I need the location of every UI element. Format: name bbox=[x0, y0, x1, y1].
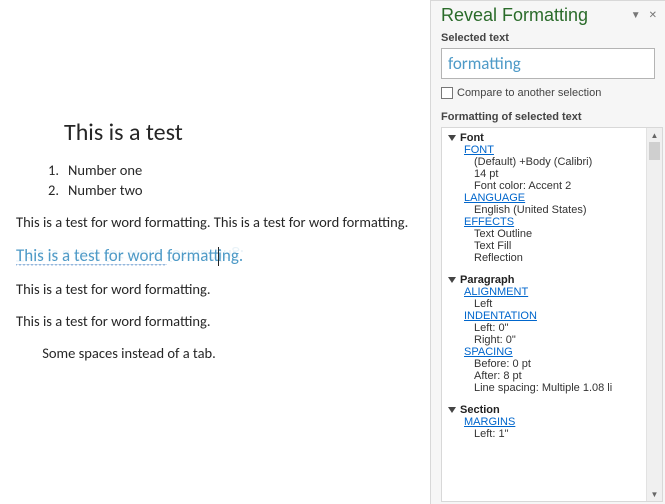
list-item[interactable]: 2.Number two bbox=[48, 181, 422, 199]
list-text: Number two bbox=[68, 181, 142, 199]
indentation-link[interactable]: INDENTATION bbox=[464, 310, 537, 322]
collapse-arrow-icon[interactable] bbox=[448, 407, 456, 413]
indent-right-value: Right: 0" bbox=[474, 334, 644, 346]
list-number: 1. bbox=[48, 161, 68, 179]
language-value: English (United States) bbox=[474, 204, 644, 216]
compare-selection-row[interactable]: Compare to another selection bbox=[431, 85, 665, 107]
doc-paragraph[interactable]: This is a test for word formatting. bbox=[16, 280, 422, 298]
spacing-link[interactable]: SPACING bbox=[464, 346, 513, 358]
selected-text-label: Selected text bbox=[431, 28, 665, 46]
list-number: 2. bbox=[48, 181, 68, 199]
scroll-down-button[interactable]: ▼ bbox=[647, 487, 662, 501]
formatting-tree[interactable]: Font FONT (Default) +Body (Calibri) 14 p… bbox=[442, 128, 646, 501]
pane-menu-dropdown[interactable]: ▼ bbox=[631, 10, 641, 21]
font-size-value: 14 pt bbox=[474, 168, 644, 180]
spacing-after-value: After: 8 pt bbox=[474, 370, 644, 382]
margin-left-value: Left: 1" bbox=[474, 428, 644, 440]
scrollbar-thumb[interactable] bbox=[649, 142, 660, 160]
effect-outline: Text Outline bbox=[474, 228, 644, 240]
formatting-of-selected-label: Formatting of selected text bbox=[431, 107, 665, 125]
pane-close-button[interactable]: ✕ bbox=[649, 10, 657, 21]
alignment-value: Left bbox=[474, 298, 644, 310]
font-color-value: Font color: Accent 2 bbox=[474, 180, 644, 192]
text-cursor bbox=[218, 247, 219, 266]
doc-numbered-list[interactable]: 1.Number one 2.Number two bbox=[48, 161, 422, 199]
compare-label: Compare to another selection bbox=[457, 87, 601, 99]
group-title: Font bbox=[460, 132, 484, 144]
compare-checkbox[interactable] bbox=[441, 87, 453, 99]
collapse-arrow-icon[interactable] bbox=[448, 277, 456, 283]
effect-fill: Text Fill bbox=[474, 240, 644, 252]
collapse-arrow-icon[interactable] bbox=[448, 135, 456, 141]
pane-header: Reveal Formatting ▼ ✕ bbox=[431, 1, 665, 28]
line-spacing-value: Line spacing: Multiple 1.08 li bbox=[474, 382, 644, 394]
indent-left-value: Left: 0" bbox=[474, 322, 644, 334]
group-title: Section bbox=[460, 404, 500, 416]
accent-text: ing bbox=[218, 245, 239, 266]
font-default-value: (Default) +Body (Calibri) bbox=[474, 156, 644, 168]
reveal-formatting-pane: Reveal Formatting ▼ ✕ Selected text form… bbox=[430, 0, 665, 504]
effects-link[interactable]: EFFECTS bbox=[464, 216, 514, 228]
group-title: Paragraph bbox=[460, 274, 514, 286]
doc-paragraph[interactable]: This is a test for word formatting. bbox=[16, 312, 422, 330]
accent-punct: . bbox=[239, 245, 243, 266]
spacing-before-value: Before: 0 pt bbox=[474, 358, 644, 370]
grammar-squiggle: This is a test for word bbox=[16, 245, 167, 266]
margins-link[interactable]: MARGINS bbox=[464, 416, 515, 428]
group-font-header[interactable]: Font bbox=[446, 130, 644, 144]
doc-paragraph[interactable]: Some spaces instead of a tab. bbox=[16, 344, 422, 362]
scroll-up-button[interactable]: ▲ bbox=[647, 128, 662, 142]
effect-reflection: Reflection bbox=[474, 252, 644, 264]
list-item[interactable]: 1.Number one bbox=[48, 161, 422, 179]
selected-text-sample[interactable]: formatting bbox=[441, 48, 655, 79]
doc-paragraph[interactable]: This is a test for word formatting. This… bbox=[16, 213, 422, 231]
accent-text: formatt bbox=[167, 245, 219, 266]
scrollbar-track[interactable]: ▲ ▼ bbox=[646, 128, 662, 501]
list-text: Number one bbox=[68, 161, 142, 179]
pane-title: Reveal Formatting bbox=[441, 5, 588, 26]
alignment-link[interactable]: ALIGNMENT bbox=[464, 286, 528, 298]
group-paragraph-header[interactable]: Paragraph bbox=[446, 272, 644, 286]
group-section-header[interactable]: Section bbox=[446, 402, 644, 416]
doc-accent-paragraph[interactable]: This is a test for word formatting. bbox=[16, 245, 422, 266]
doc-heading[interactable]: This is a test bbox=[64, 118, 422, 147]
font-link[interactable]: FONT bbox=[464, 144, 494, 156]
formatting-tree-container: Font FONT (Default) +Body (Calibri) 14 p… bbox=[441, 127, 663, 502]
language-link[interactable]: LANGUAGE bbox=[464, 192, 525, 204]
document-canvas[interactable]: This is a test 1.Number one 2.Number two… bbox=[0, 0, 430, 504]
